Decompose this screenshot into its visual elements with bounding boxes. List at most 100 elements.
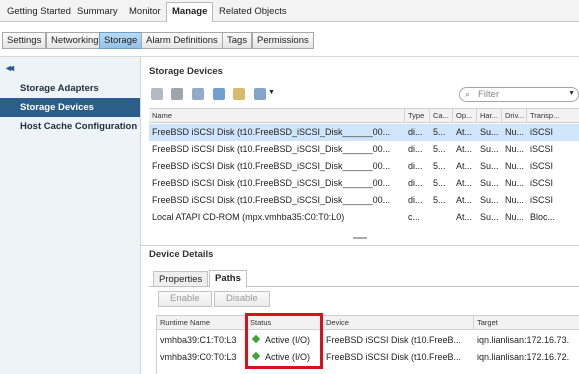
table-cell: di... [408,144,423,154]
column-header[interactable]: Har... [477,109,502,123]
column-header[interactable]: Op... [453,109,477,123]
table-cell: FreeBSD iSCSI Disk (t10.FreeB... [326,352,462,362]
table-cell: FreeBSD iSCSI Disk (t10.FreeBSD_iSCSI_Di… [152,161,391,171]
column-header[interactable]: Target [474,316,579,330]
table-cell: iSCSI [530,178,554,188]
refresh-icon[interactable] [151,88,163,100]
table-cell: iSCSI [530,161,554,171]
subtab-settings[interactable]: Settings [2,32,47,49]
tab-manage[interactable]: Manage [166,2,214,23]
subtab-tags[interactable]: Tags [222,32,253,49]
table-cell [430,209,453,226]
table-cell: vmhba39:C0:T0:L3 [160,352,237,362]
filter-dropdown-icon[interactable]: ▼ [568,90,575,97]
actions-icon[interactable] [254,88,266,100]
paths-table: Runtime Name Status Device Target vmhba3… [156,315,579,374]
tab-paths[interactable]: Paths [209,270,247,288]
table-row[interactable]: FreeBSD iSCSI Disk (t10.FreeBSD_iSCSI_Di… [149,192,579,209]
panel-splitter-handle[interactable] [353,237,367,239]
tab-monitor[interactable]: Monitor [124,3,166,21]
table-row[interactable]: vmhba39:C0:T0:L3 Active (I/O) FreeBSD iS… [157,349,579,366]
collapse-left-icon[interactable]: ◂◂ [6,63,14,74]
column-header[interactable]: Ca... [430,109,453,123]
tab-getting-started[interactable]: Getting Started [2,3,76,21]
table-cell: FreeBSD iSCSI Disk (t10.FreeBSD_iSCSI_Di… [152,178,391,188]
table-cell: Su... [480,195,499,205]
detach-icon[interactable] [213,88,225,100]
column-header[interactable]: Type [405,109,430,123]
column-header[interactable]: Transp... [527,109,579,123]
storage-devices-grid: Name Type Ca... Op... Har... Driv... Tra… [149,108,579,284]
table-cell: At... [456,178,473,188]
table-cell: 5... [433,195,446,205]
subtab-networking[interactable]: Networking [46,32,104,49]
tab-summary[interactable]: Summary [72,3,123,21]
table-cell: Nu... [505,144,525,154]
table-cell: 5... [433,161,446,171]
column-header[interactable]: Name [149,109,405,123]
table-cell: At... [456,161,473,171]
main-panel: Storage Devices ▼ ⌕ Filter ▼ Name Type C… [141,57,579,374]
table-cell: Bloc... [530,212,556,222]
storage-devices-title: Storage Devices [149,66,223,77]
table-cell: 5... [433,178,446,188]
chevron-down-icon[interactable]: ▼ [268,89,275,96]
sub-tab-bar: Settings Networking Storage Alarm Defini… [0,22,579,57]
tab-related-objects[interactable]: Related Objects [214,3,292,21]
table-row[interactable]: FreeBSD iSCSI Disk (t10.FreeBSD_iSCSI_Di… [149,124,579,141]
table-row[interactable]: Local ATAPI CD-ROM (mpx.vmhba35:C0:T0:L0… [149,209,579,226]
subtab-alarm-definitions[interactable]: Alarm Definitions [141,32,223,49]
tab-properties[interactable]: Properties [153,271,209,287]
table-cell: iqn.lianlisan:172.16.73. [477,335,570,345]
top-tab-bar: Getting Started Summary Monitor Manage R… [0,0,579,23]
subtab-permissions[interactable]: Permissions [252,32,314,49]
nav-storage-devices[interactable]: Storage Devices [0,98,140,117]
table-cell: At... [456,212,473,222]
table-cell: Nu... [505,127,525,137]
table-cell: di... [408,161,423,171]
nav-host-cache-configuration[interactable]: Host Cache Configuration [0,117,140,136]
table-cell: iqn.lianlisan:172.16.72. [477,352,570,362]
table-cell: FreeBSD iSCSI Disk (t10.FreeBSD_iSCSI_Di… [152,195,391,205]
storage-left-nav: ◂◂ Storage Adapters Storage Devices Host… [0,57,141,374]
nav-storage-adapters[interactable]: Storage Adapters [0,79,140,98]
paths-header: Runtime Name Status Device Target [157,316,579,330]
table-cell: At... [456,127,473,137]
table-cell: di... [408,195,423,205]
subtab-storage[interactable]: Storage [99,32,143,49]
table-cell: 5... [433,144,446,154]
table-cell: Nu... [505,212,525,222]
attach-icon[interactable] [192,88,204,100]
column-header[interactable]: Runtime Name [157,316,247,330]
table-cell: iSCSI [530,127,554,137]
table-cell: Nu... [505,178,525,188]
table-cell: Su... [480,144,499,154]
table-cell: Su... [480,127,499,137]
table-cell: di... [408,178,423,188]
table-cell: FreeBSD iSCSI Disk (t10.FreeB... [326,335,462,345]
status-highlight-box [245,313,323,369]
table-cell: 5... [433,127,446,137]
column-header[interactable]: Driv... [502,109,527,123]
mark-icon[interactable] [233,88,245,100]
enable-button[interactable]: Enable [158,291,212,307]
table-row[interactable]: FreeBSD iSCSI Disk (t10.FreeBSD_iSCSI_Di… [149,141,579,158]
divider [141,245,579,246]
table-cell: iSCSI [530,195,554,205]
table-cell: Su... [480,161,499,171]
table-row[interactable]: vmhba39:C1:T0:L3 Active (I/O) FreeBSD iS… [157,332,579,349]
table-cell: Local ATAPI CD-ROM (mpx.vmhba35:C0:T0:L0… [152,212,345,222]
table-cell: At... [456,144,473,154]
rescan-icon[interactable] [171,88,183,100]
column-header[interactable]: Device [323,316,474,330]
table-cell: At... [456,195,473,205]
filter-input[interactable]: ⌕ Filter ▼ [459,87,579,102]
table-row[interactable]: FreeBSD iSCSI Disk (t10.FreeBSD_iSCSI_Di… [149,158,579,175]
table-row[interactable]: FreeBSD iSCSI Disk (t10.FreeBSD_iSCSI_Di… [149,175,579,192]
filter-placeholder: Filter [478,89,500,100]
table-cell: vmhba39:C1:T0:L3 [160,335,237,345]
disable-button[interactable]: Disable [214,291,270,307]
table-cell: di... [408,127,423,137]
device-details-title: Device Details [149,249,214,260]
table-cell: FreeBSD iSCSI Disk (t10.FreeBSD_iSCSI_Di… [152,144,391,154]
